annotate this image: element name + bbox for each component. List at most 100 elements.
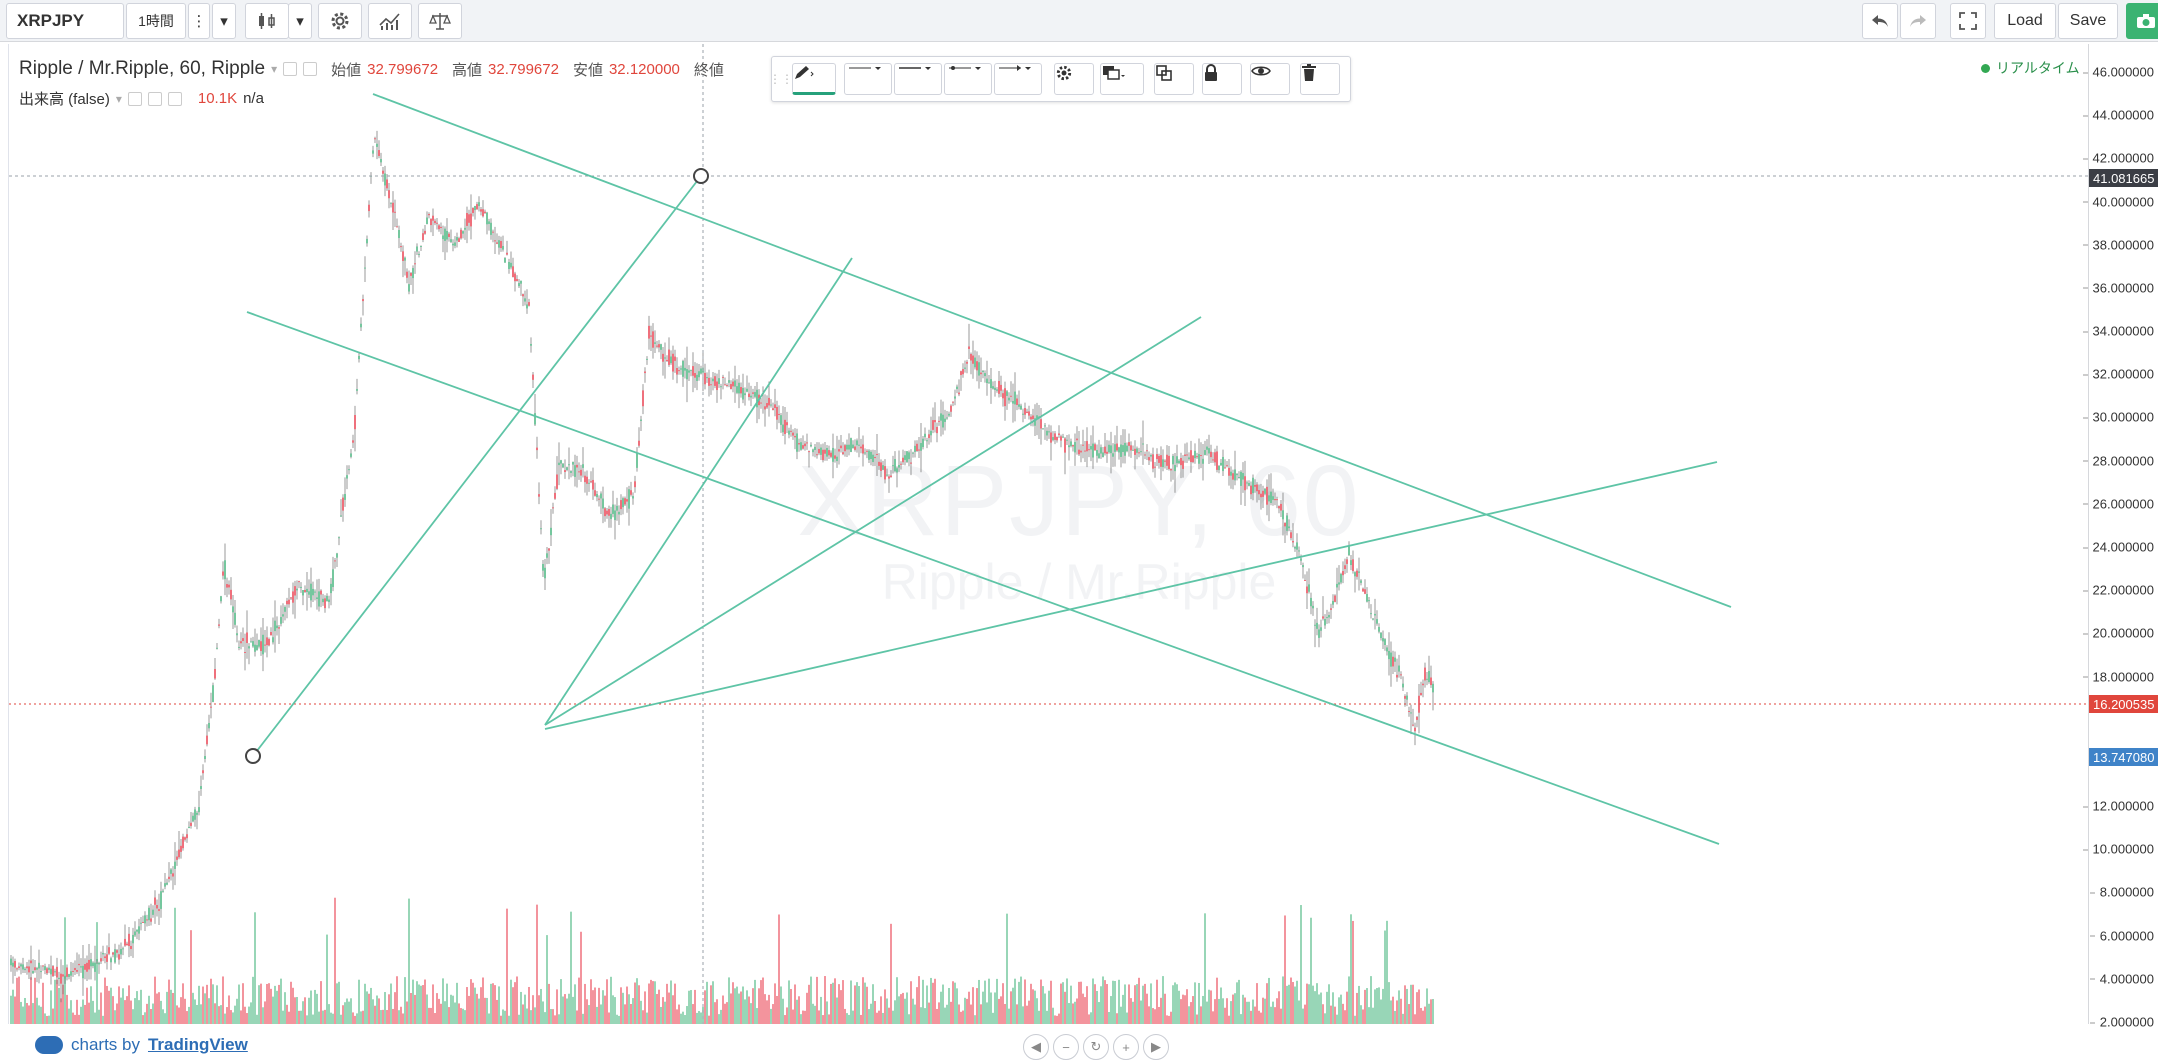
candle-body bbox=[998, 380, 1000, 394]
volume-settings-icon[interactable] bbox=[147, 91, 162, 106]
trend-line-upper[interactable] bbox=[372, 93, 1732, 608]
scroll-right-icon[interactable]: ▶ bbox=[1143, 1034, 1169, 1060]
zoom-in-icon[interactable]: + bbox=[1113, 1034, 1139, 1060]
interval-button[interactable]: 1時間 bbox=[126, 3, 186, 39]
candle-body bbox=[486, 212, 488, 225]
vertical-dots-icon[interactable]: ⋮ bbox=[188, 3, 210, 39]
legend-eye-icon[interactable] bbox=[283, 62, 298, 76]
redo-icon[interactable] bbox=[1900, 3, 1936, 39]
price-tick: 32.000000 bbox=[2082, 366, 2154, 382]
candle-body bbox=[1198, 454, 1200, 464]
volume-bar bbox=[882, 1012, 884, 1024]
volume-close-icon[interactable] bbox=[167, 91, 182, 106]
trash-icon[interactable] bbox=[1300, 63, 1340, 95]
chart-pane[interactable]: XRPJPY, 60 Ripple / Mr.Ripple Ripple / M… bbox=[8, 44, 2089, 1062]
candle-body bbox=[766, 403, 768, 408]
camera-icon[interactable] bbox=[2126, 3, 2158, 39]
trend-line-lower[interactable] bbox=[246, 311, 1720, 845]
eye-icon[interactable] bbox=[1250, 63, 1290, 95]
volume-bar bbox=[226, 1007, 228, 1024]
candlestick-icon[interactable] bbox=[245, 3, 289, 39]
candle-body bbox=[228, 584, 230, 588]
volume-bar bbox=[906, 992, 908, 1024]
volume-bar bbox=[1188, 1006, 1190, 1024]
volume-bar bbox=[938, 1002, 940, 1024]
brand-link[interactable]: TradingView bbox=[148, 1035, 248, 1055]
fullscreen-icon[interactable] bbox=[1950, 3, 1986, 39]
price-axis[interactable]: 46.000000 44.000000 42.000000 40.000000 38.0… bbox=[2082, 44, 2158, 1030]
candle-body bbox=[954, 396, 956, 399]
gear-icon[interactable] bbox=[1054, 63, 1094, 95]
line-width-button[interactable] bbox=[894, 63, 942, 95]
candle-body bbox=[1046, 430, 1048, 436]
layers-icon[interactable] bbox=[1100, 63, 1144, 95]
volume-bar bbox=[478, 998, 480, 1024]
volume-bar bbox=[606, 979, 608, 1024]
volume-bar bbox=[1396, 1000, 1398, 1024]
indicators-icon[interactable] bbox=[368, 3, 412, 39]
tradingview-branding[interactable]: charts by TradingView bbox=[23, 1028, 259, 1062]
candle-body bbox=[908, 452, 910, 460]
line-color-button[interactable] bbox=[844, 63, 892, 95]
candle-body bbox=[974, 357, 976, 368]
gear-icon[interactable] bbox=[318, 3, 362, 39]
chevron-down-icon[interactable]: ▾ bbox=[116, 92, 122, 106]
candle-body bbox=[1310, 597, 1312, 607]
save-button[interactable]: Save bbox=[2058, 3, 2118, 39]
volume-bar bbox=[840, 990, 842, 1024]
volume-bar bbox=[38, 1005, 40, 1024]
candle-body bbox=[274, 620, 276, 632]
candle-body bbox=[426, 217, 428, 224]
candle-body bbox=[1062, 436, 1064, 438]
candle-body bbox=[1338, 582, 1340, 585]
candle-body bbox=[1364, 589, 1366, 594]
volume-bar bbox=[1054, 1015, 1056, 1024]
volume-bar bbox=[414, 994, 416, 1024]
volume-bar bbox=[610, 976, 612, 1024]
fan-line-2[interactable] bbox=[544, 316, 1202, 726]
legend-settings-icon[interactable] bbox=[303, 62, 318, 76]
volume-bar bbox=[618, 1015, 620, 1024]
candle-body bbox=[74, 967, 76, 971]
chevron-down-icon[interactable]: ▾ bbox=[271, 62, 277, 76]
volume-bar bbox=[198, 985, 200, 1024]
volume-bar bbox=[868, 1009, 870, 1024]
volume-bar bbox=[1380, 999, 1382, 1024]
line-style-button[interactable] bbox=[944, 63, 992, 95]
candle-body bbox=[1296, 542, 1298, 550]
drag-handle-icon[interactable]: ⋮⋮ bbox=[769, 63, 793, 95]
line-anchor-handle[interactable] bbox=[245, 748, 261, 764]
candle-body bbox=[578, 471, 580, 473]
chevron-down-icon[interactable]: ▾ bbox=[212, 3, 236, 39]
trend-lines[interactable] bbox=[246, 93, 1732, 845]
scales-icon[interactable] bbox=[418, 3, 462, 39]
clone-icon[interactable] bbox=[1154, 63, 1194, 95]
volume-bar bbox=[590, 979, 592, 1024]
line-end-button[interactable] bbox=[994, 63, 1042, 95]
symbol-search-button[interactable]: XRPJPY bbox=[6, 3, 124, 39]
chart-type-chevron-icon[interactable]: ▾ bbox=[288, 3, 312, 39]
candle-body bbox=[668, 349, 670, 365]
volume-bar bbox=[562, 996, 564, 1024]
price-chart-canvas[interactable] bbox=[9, 44, 2089, 1024]
volume-bar bbox=[112, 996, 114, 1024]
lock-icon[interactable] bbox=[1202, 63, 1242, 95]
price-tick: 42.000000 bbox=[2082, 150, 2154, 166]
candle-body bbox=[200, 786, 202, 789]
volume-eye-icon[interactable] bbox=[127, 91, 142, 106]
candle-body bbox=[1302, 565, 1304, 568]
pen-icon[interactable] bbox=[792, 63, 836, 95]
undo-icon[interactable] bbox=[1862, 3, 1898, 39]
zoom-out-icon[interactable]: − bbox=[1053, 1034, 1079, 1060]
fan-line-3[interactable] bbox=[544, 461, 1718, 730]
line-anchor-handle[interactable] bbox=[693, 168, 709, 184]
reset-icon[interactable]: ↻ bbox=[1083, 1034, 1109, 1060]
candle-body bbox=[290, 597, 292, 599]
scroll-left-icon[interactable]: ◀ bbox=[1023, 1034, 1049, 1060]
candle-body bbox=[16, 968, 18, 970]
load-button[interactable]: Load bbox=[1994, 3, 2056, 39]
volume-bar bbox=[1336, 1014, 1338, 1024]
candle-body bbox=[338, 537, 340, 539]
volume-bar bbox=[884, 989, 886, 1024]
fan-line-1[interactable] bbox=[544, 257, 853, 726]
